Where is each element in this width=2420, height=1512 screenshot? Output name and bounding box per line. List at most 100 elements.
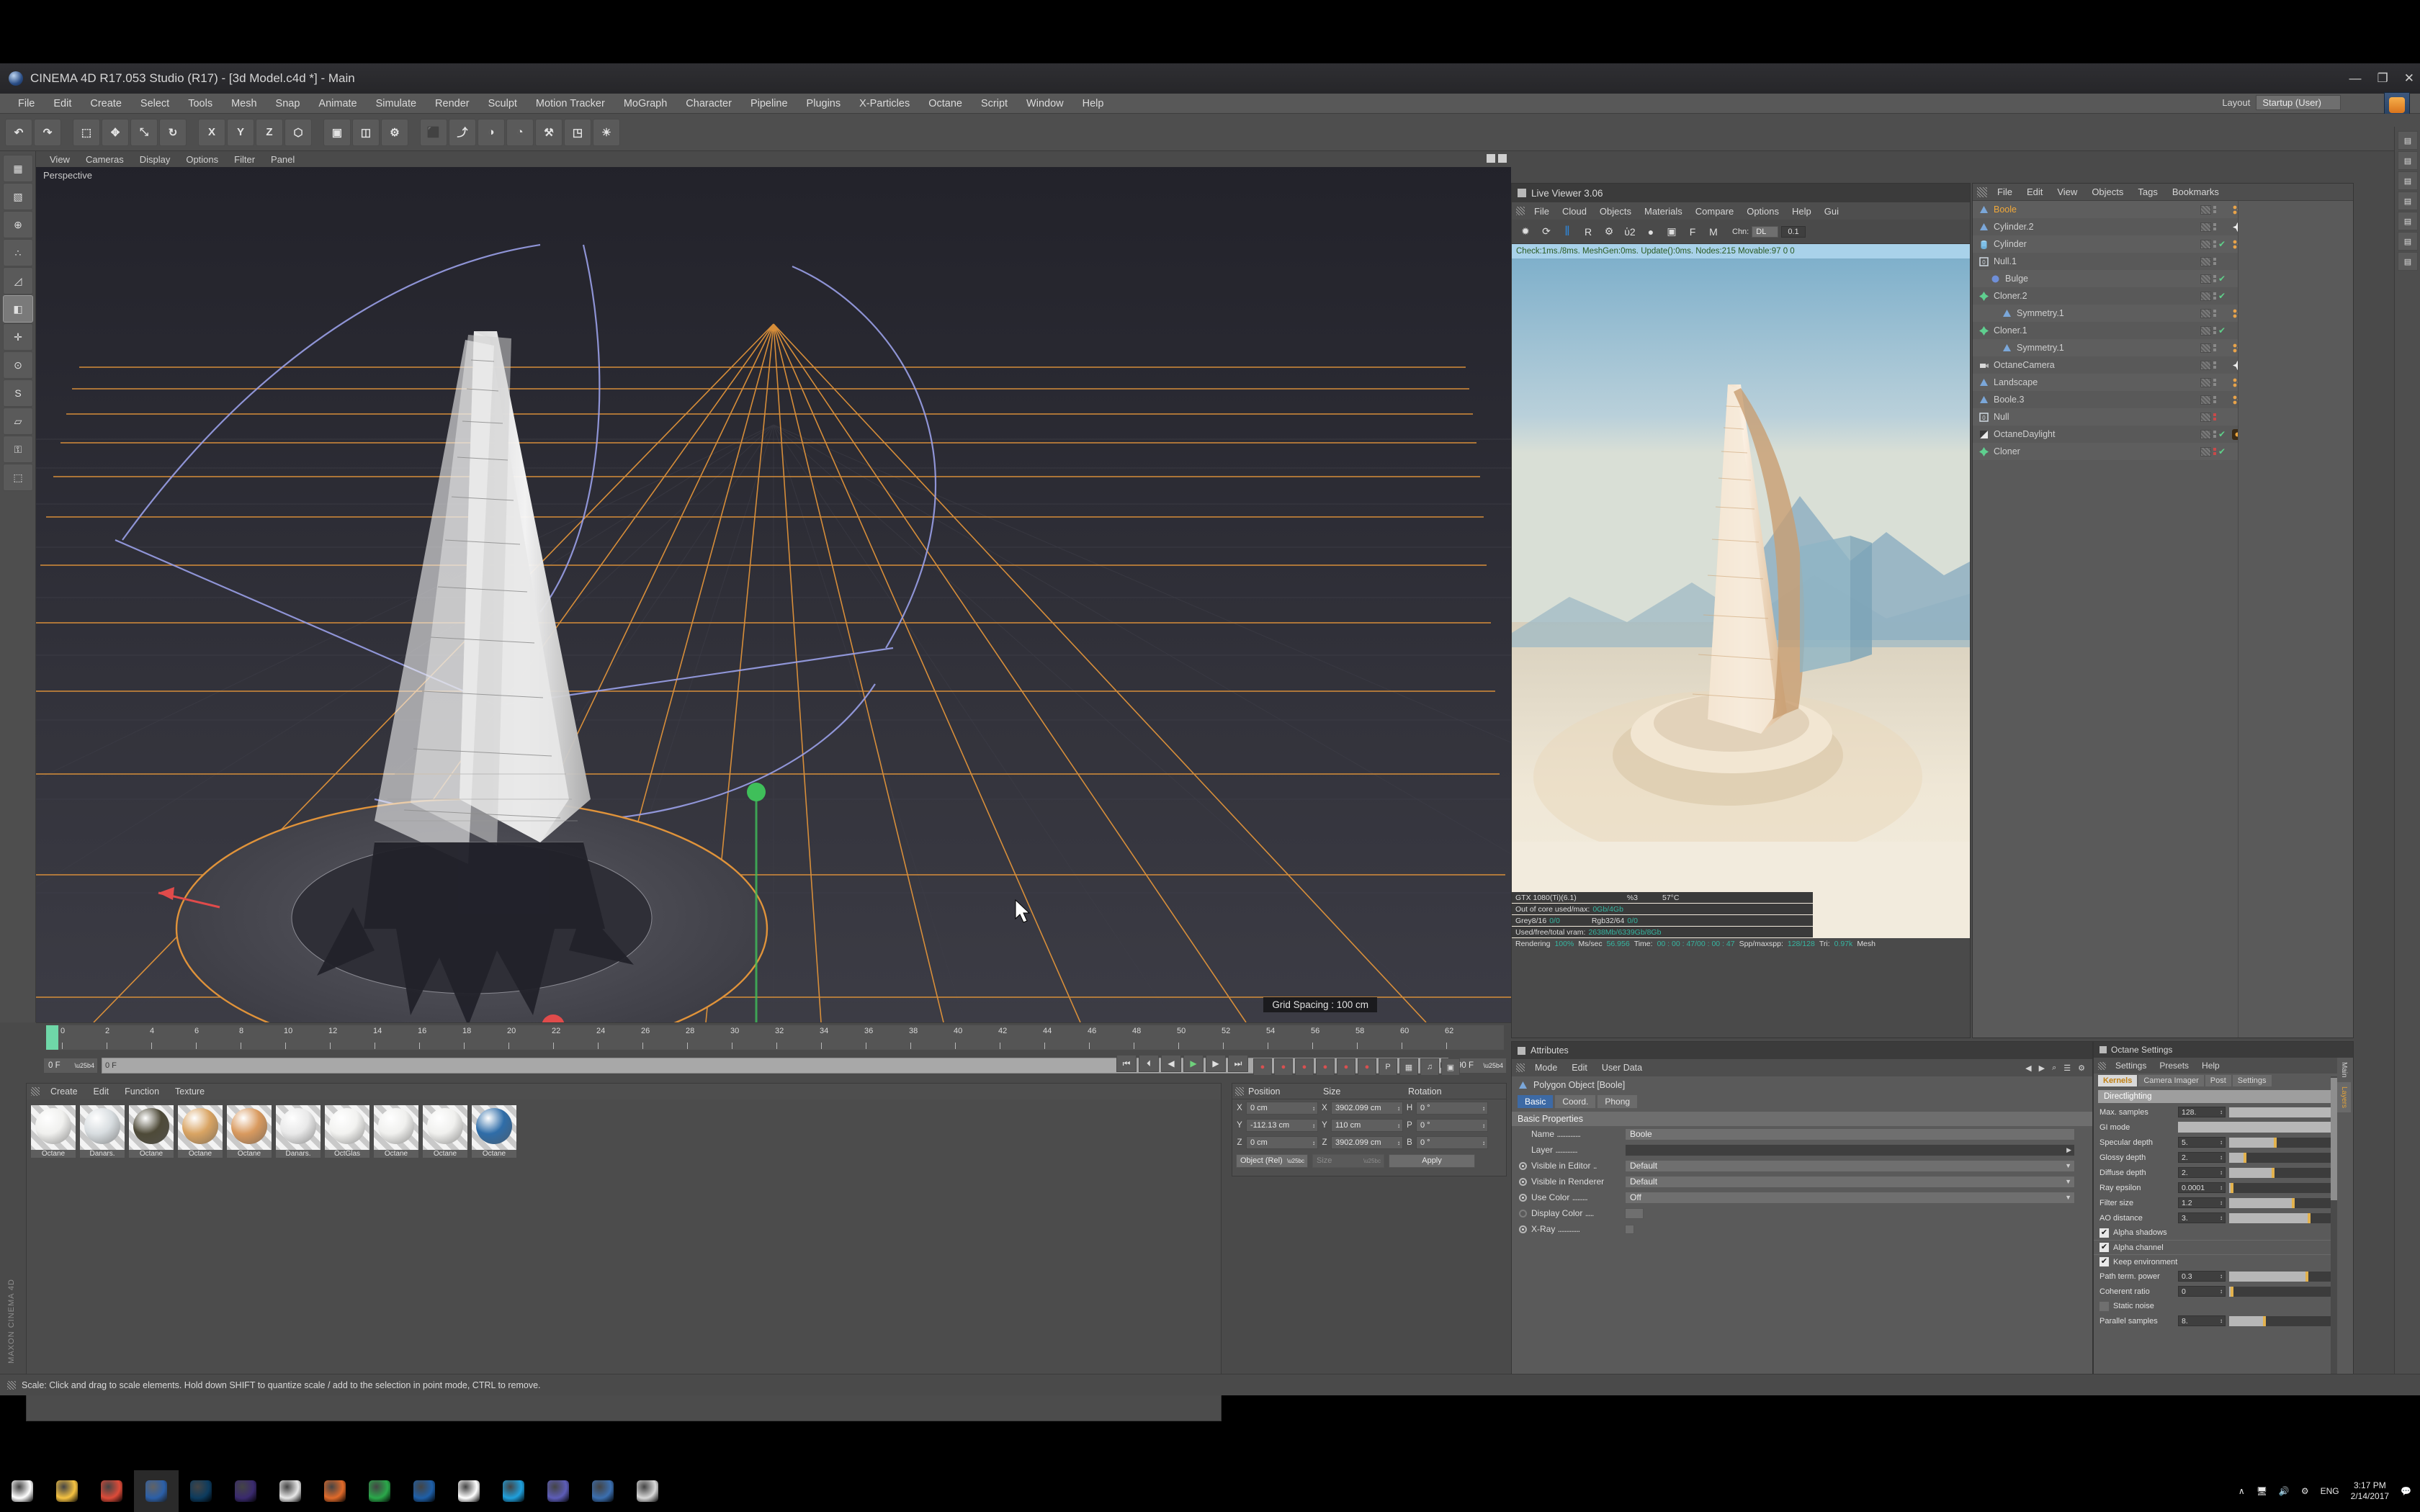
viewport-layout-icons[interactable] <box>1487 154 1507 163</box>
side-tab-main[interactable]: Main <box>2337 1058 2351 1082</box>
texture-mode-button[interactable]: ▧ <box>3 183 33 210</box>
live-viewer-menu-gui[interactable]: Gui <box>1818 206 1845 217</box>
enabled-check-icon[interactable]: ✔ <box>2218 274 2226 284</box>
object-name[interactable]: OctaneDaylight <box>1994 429 2055 439</box>
menu-item-simulate[interactable]: Simulate <box>367 98 426 109</box>
workplane-button[interactable]: ▱ <box>3 408 33 435</box>
menu-item-animate[interactable]: Animate <box>309 98 366 109</box>
parameter-radio-icon[interactable] <box>1519 1177 1527 1186</box>
record-keyframe-button[interactable]: ● <box>1253 1058 1272 1076</box>
material-thumbnail[interactable] <box>325 1105 369 1150</box>
panel-grip-icon[interactable] <box>1516 1063 1525 1072</box>
use-color-dropdown[interactable]: Off ▼ <box>1625 1191 2075 1204</box>
layer-swatch[interactable] <box>2200 204 2211 215</box>
keyframe-mode-button[interactable]: ▣ <box>1441 1058 1460 1076</box>
aftereffects-button[interactable] <box>223 1470 268 1512</box>
close-button[interactable]: ✕ <box>2404 71 2414 86</box>
checkbox-alpha-channel[interactable]: ✔ <box>2099 1243 2109 1252</box>
visibility-dots[interactable] <box>2213 292 2216 300</box>
edge-mode-button[interactable]: ◿ <box>3 267 33 294</box>
material-thumbnail[interactable] <box>472 1105 516 1150</box>
size-mode-dropdown[interactable]: Size \u25bc <box>1312 1153 1384 1168</box>
octane-menu-settings[interactable]: Settings <box>2109 1061 2153 1071</box>
material-list[interactable]: Octane Danars. Octane Octane Octane Danars. Oc… <box>27 1099 1221 1164</box>
parameter-value-field[interactable]: 5. ↕ <box>2178 1137 2226 1148</box>
object-menu-bookmarks[interactable]: Bookmarks <box>2165 186 2226 197</box>
layout-selector[interactable]: Layout Startup (User) <box>2222 95 2341 110</box>
checkbox-keep-environment[interactable]: ✔ <box>2099 1257 2109 1266</box>
enabled-check-icon[interactable]: ✔ <box>2218 239 2226 249</box>
object-visibility-dots[interactable]: ✔ <box>2200 446 2226 456</box>
undo-button[interactable]: ↶ <box>5 118 32 146</box>
object-visibility-dots[interactable]: ✔ <box>2200 291 2226 301</box>
file-explorer-button[interactable] <box>45 1470 89 1512</box>
visibility-dots[interactable] <box>2213 361 2216 369</box>
panel-grip-icon[interactable] <box>2098 1061 2106 1070</box>
object-name[interactable]: Cloner.1 <box>1994 325 2027 336</box>
light-button[interactable]: ☀ <box>593 118 620 146</box>
live-viewer-menu-cloud[interactable]: Cloud <box>1556 206 1593 217</box>
object-name[interactable]: Boole.3 <box>1994 395 2024 405</box>
object-menu-tags[interactable]: Tags <box>2130 186 2164 197</box>
app12-button[interactable] <box>536 1470 581 1512</box>
visibility-dots[interactable] <box>2213 206 2216 213</box>
enabled-check-icon[interactable]: ✔ <box>2218 291 2226 301</box>
live-viewer-menu-compare[interactable]: Compare <box>1689 206 1740 217</box>
object-menu-edit[interactable]: Edit <box>2020 186 2050 197</box>
region-render-icon[interactable]: R <box>1579 222 1597 241</box>
parameter-value-field[interactable]: 3. ↕ <box>2178 1212 2226 1223</box>
max-frame-field[interactable]: 90 F \u25b4 <box>1452 1058 1507 1074</box>
attributes-tab-phong[interactable]: Phong <box>1597 1095 1638 1108</box>
object-name[interactable]: Cylinder.2 <box>1994 222 2034 232</box>
current-frame-field[interactable]: 0 F \u25b4 <box>43 1058 98 1074</box>
app14-button[interactable] <box>625 1470 670 1512</box>
visibility-dots[interactable] <box>2213 344 2216 351</box>
menu-item-pipeline[interactable]: Pipeline <box>741 98 797 109</box>
material-menu-create[interactable]: Create <box>42 1086 86 1097</box>
scene-nodes-button[interactable]: ▤ <box>2398 252 2418 271</box>
material-item[interactable]: Octane <box>178 1105 223 1158</box>
viewport-menu-options[interactable]: Options <box>178 154 226 165</box>
display-color-swatch[interactable] <box>1625 1207 1644 1219</box>
visibility-dots[interactable] <box>2213 396 2216 403</box>
menu-item-sculpt[interactable]: Sculpt <box>479 98 526 109</box>
material-thumbnail[interactable] <box>129 1105 174 1150</box>
live-viewer-render-canvas[interactable]: GTX 1080(Ti)(6.1) %3 57°C Out of core us… <box>1512 258 1970 950</box>
visibility-dots[interactable] <box>2213 431 2216 438</box>
attributes-tab-coord[interactable]: Coord. <box>1555 1095 1596 1108</box>
parameter-value-field[interactable]: 1.2 ↕ <box>2178 1197 2226 1208</box>
parameter-slider[interactable] <box>2229 1286 2341 1297</box>
object-name[interactable]: Symmetry.1 <box>2017 308 2064 318</box>
object-name[interactable]: Bulge <box>2005 274 2028 284</box>
layer-swatch[interactable] <box>2200 325 2211 336</box>
step-forward-button[interactable]: ▶ <box>1206 1055 1226 1072</box>
visibility-dots[interactable] <box>2213 310 2216 317</box>
menu-item-snap[interactable]: Snap <box>266 98 310 109</box>
parameter-slider[interactable] <box>2229 1107 2341 1117</box>
visibility-dots[interactable] <box>2213 258 2216 265</box>
skype-button[interactable] <box>491 1470 536 1512</box>
layout-value[interactable]: Startup (User) <box>2256 95 2341 110</box>
object-name[interactable]: Cylinder <box>1994 239 2027 249</box>
minimize-button[interactable]: — <box>2349 71 2362 86</box>
restart-render-icon[interactable]: ⟳ <box>1537 222 1556 241</box>
parameter-slider[interactable] <box>2229 1182 2341 1193</box>
key-scale-button[interactable]: ● <box>1316 1058 1335 1076</box>
material-thumbnail[interactable] <box>423 1105 467 1150</box>
panel-grip-icon[interactable] <box>1977 186 1987 197</box>
object-menu-objects[interactable]: Objects <box>2084 186 2130 197</box>
panel-grip-icon[interactable] <box>1235 1086 1244 1096</box>
mail-button[interactable] <box>447 1470 491 1512</box>
generator-button[interactable]: ◑ <box>478 118 505 146</box>
app8-button[interactable] <box>357 1470 402 1512</box>
visible-in-editor-dropdown[interactable]: Default ▼ <box>1625 1159 2075 1172</box>
object-menu-file[interactable]: File <box>1990 186 2020 197</box>
play-button[interactable]: ▶ <box>1183 1055 1204 1072</box>
key-rotation-button[interactable]: ● <box>1337 1058 1355 1076</box>
material-thumbnail[interactable] <box>31 1105 76 1150</box>
menu-item-file[interactable]: File <box>9 98 44 109</box>
channel-dropdown[interactable]: DL <box>1752 225 1779 238</box>
menu-item-mesh[interactable]: Mesh <box>222 98 266 109</box>
commander-button[interactable]: ▤ <box>2398 151 2418 170</box>
clock[interactable]: 3:17 PM 2/14/2017 <box>2351 1480 2389 1502</box>
